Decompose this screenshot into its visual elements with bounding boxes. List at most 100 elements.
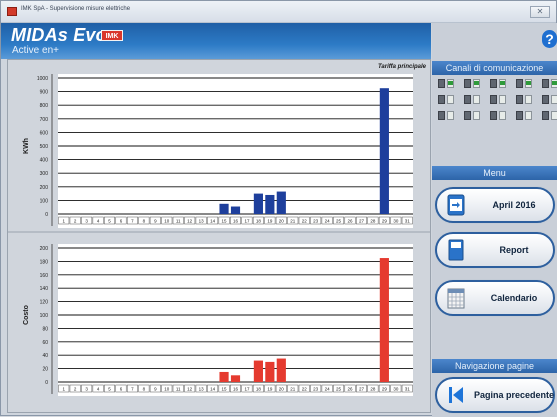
- title-bar: IMK SpA - Supervisione misure elettriche…: [1, 1, 556, 23]
- kwh-y-tick-label: 100: [40, 198, 49, 204]
- channel-indicator-icon: [438, 111, 458, 121]
- cost-x-tick-label: 10: [164, 387, 170, 392]
- channel-indicator-icon: [542, 111, 557, 121]
- kwh-y-tick-label: 900: [40, 90, 49, 96]
- channel-indicator-icon: [516, 79, 536, 89]
- kwh-x-tick-label: 29: [382, 219, 388, 224]
- previous-page-button[interactable]: Pagina precedente: [435, 377, 555, 413]
- channel-indicator-icon: [542, 79, 557, 89]
- close-window-button[interactable]: ✕: [530, 6, 550, 18]
- menu-header: Menu: [432, 166, 557, 180]
- cost-bar: [253, 360, 263, 382]
- cost-y-tick-label: 40: [42, 353, 48, 359]
- kwh-x-tick-label: 26: [348, 219, 354, 224]
- cost-x-tick-label: 11: [176, 387, 181, 392]
- channel-indicator-icon: [516, 111, 536, 121]
- kwh-plot-bg: [58, 74, 413, 228]
- cost-x-tick-label: 28: [370, 387, 376, 392]
- cost-x-tick-label: 25: [336, 387, 342, 392]
- cost-x-tick-label: 15: [222, 387, 228, 392]
- kwh-bar: [219, 203, 229, 214]
- cost-y-tick-label: 60: [42, 340, 48, 346]
- calendar-page-icon: [447, 194, 465, 216]
- calendar-button-label: Calendario: [490, 293, 538, 303]
- channel-indicator-icon: [490, 111, 510, 121]
- kwh-x-tick-label: 16: [233, 219, 239, 224]
- kwh-bar: [230, 206, 241, 214]
- report-button[interactable]: Report: [435, 232, 555, 268]
- kwh-x-tick-label: 17: [244, 219, 250, 224]
- cost-y-tick-label: 80: [42, 326, 48, 332]
- cost-x-tick-label: 13: [199, 387, 205, 392]
- nav-header: Navigazione pagine: [432, 359, 557, 373]
- question-mark-icon[interactable]: ?: [542, 30, 557, 48]
- cost-y-tick-label: 180: [40, 259, 49, 265]
- chart-panel: Tariffa principale 0 100 200 300 400 500 600 70…: [7, 59, 431, 413]
- cost-x-tick-label: 31: [405, 387, 411, 392]
- cost-bar: [265, 361, 275, 382]
- kwh-y-tick-label: 700: [40, 117, 49, 123]
- kwh-bar: [265, 194, 275, 214]
- brand-badge: IMK: [101, 30, 123, 41]
- report-button-label: Report: [499, 245, 529, 255]
- kwh-y-tick-label: 200: [40, 185, 49, 191]
- cost-bar: [276, 358, 286, 382]
- kwh-y-axis-label: KWh: [23, 138, 30, 154]
- mode-subtitle: Active en+: [12, 45, 59, 56]
- channel-indicator-icon: [542, 95, 557, 105]
- cost-x-tick-label: 27: [359, 387, 365, 392]
- cost-x-tick-label: 29: [382, 387, 388, 392]
- channel-indicator-icon: [490, 79, 510, 89]
- calendar-button[interactable]: Calendario: [435, 280, 555, 316]
- cost-x-tick-label: 18: [256, 387, 262, 392]
- cost-y-axis-label: Costo: [23, 305, 30, 325]
- cost-bar: [379, 258, 389, 382]
- kwh-x-tick-label: 31: [405, 219, 411, 224]
- app-icon: [7, 7, 17, 16]
- month-button-label: April 2016: [492, 200, 536, 210]
- skip-back-icon: [449, 387, 463, 403]
- kwh-x-tick-label: 13: [199, 219, 205, 224]
- channel-row: [438, 111, 557, 121]
- kwh-y-tick-label: 600: [40, 130, 49, 136]
- channel-indicator-icon: [464, 79, 484, 89]
- channel-indicator-icon: [438, 95, 458, 105]
- cost-x-tick-label: 23: [313, 387, 319, 392]
- channel-indicator-icon: [438, 79, 458, 89]
- cost-x-tick-label: 26: [348, 387, 354, 392]
- kwh-x-tick-label: 22: [302, 219, 308, 224]
- kwh-x-tick-label: 30: [393, 219, 399, 224]
- cost-y-tick-label: 100: [40, 313, 49, 319]
- kwh-x-tick-label: 27: [359, 219, 365, 224]
- brand-title: MIDAs Evo: [11, 25, 107, 45]
- month-button[interactable]: April 2016: [435, 187, 555, 223]
- kwh-x-tick-label: 24: [325, 219, 331, 224]
- consumption-charts: Tariffa principale 010020030040050060070…: [8, 64, 430, 396]
- cost-bar: [230, 375, 241, 382]
- kwh-x-tick-label: 10: [164, 219, 170, 224]
- cost-x-tick-label: 30: [393, 387, 399, 392]
- kwh-x-tick-label: 11: [176, 219, 181, 224]
- cost-x-tick-label: 12: [187, 387, 193, 392]
- kwh-y-tick-label: 400: [40, 158, 49, 164]
- cost-y-tick-label: 200: [40, 246, 49, 252]
- kwh-x-tick-label: 25: [336, 219, 342, 224]
- cost-y-tick-label: 120: [40, 300, 49, 306]
- previous-page-button-label: Pagina precedente: [473, 390, 555, 400]
- channel-indicator-icon: [516, 95, 536, 105]
- tariff-legend-label: Tariffa principale: [378, 64, 427, 70]
- calendar-grid-icon: [447, 288, 465, 309]
- kwh-x-tick-label: 20: [279, 219, 285, 224]
- kwh-bar: [276, 191, 286, 214]
- kwh-x-tick-label: 23: [313, 219, 319, 224]
- channel-row: [438, 95, 557, 105]
- kwh-y-tick-label: 0: [45, 212, 48, 218]
- kwh-y-tick-label: 500: [40, 144, 49, 150]
- sidebar: ? Canali di comunicazione Menu April 201…: [432, 23, 557, 417]
- kwh-y-tick-label: 800: [40, 103, 49, 109]
- report-document-icon: [448, 239, 464, 261]
- cost-y-tick-label: 20: [42, 367, 48, 373]
- cost-x-tick-label: 14: [210, 387, 216, 392]
- cost-x-tick-label: 20: [279, 387, 285, 392]
- cost-bar: [219, 371, 229, 382]
